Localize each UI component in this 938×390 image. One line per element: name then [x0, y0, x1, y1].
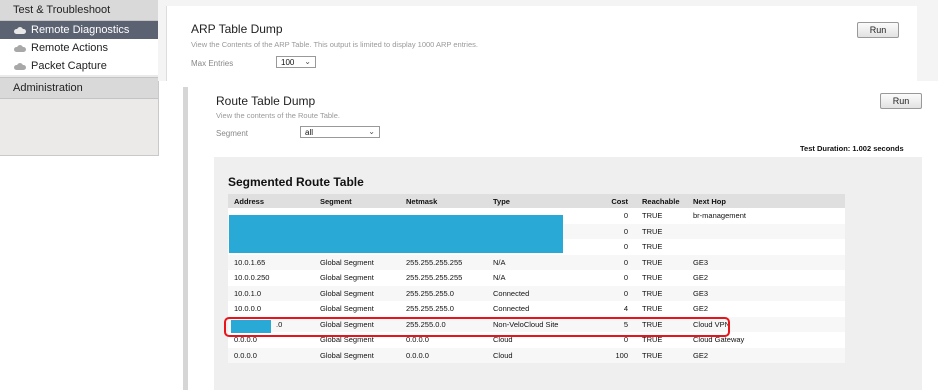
cell-segment: Global Segment: [314, 285, 400, 301]
route-title: Route Table Dump: [216, 94, 316, 108]
cell-next-hop: GE2: [687, 347, 845, 363]
sidebar: Test & Troubleshoot Remote Diagnostics R…: [0, 0, 159, 156]
cell-next-hop: GE3: [687, 254, 845, 270]
table-row: 10.0.0.250 Global Segment 255.255.255.25…: [228, 270, 845, 286]
cell-cost: 4: [587, 301, 636, 317]
cell-type: N/A: [487, 254, 587, 270]
column-header-reachable: Reachable: [636, 194, 687, 208]
cell-type: Connected: [487, 301, 587, 317]
table-header-row: Address Segment Netmask Type Cost Reacha…: [228, 194, 845, 208]
column-header-next-hop: Next Hop: [687, 194, 845, 208]
cell-reachable: TRUE: [636, 223, 687, 239]
cell-netmask: 255.255.255.0: [400, 285, 487, 301]
column-header-netmask: Netmask: [400, 194, 487, 208]
segment-value: all: [305, 128, 314, 137]
cloud-icon: [14, 62, 26, 70]
cell-reachable: TRUE: [636, 208, 687, 224]
cell-reachable: TRUE: [636, 301, 687, 317]
cloud-icon: [14, 26, 26, 34]
cell-cost: 0: [587, 254, 636, 270]
cloud-icon: [14, 44, 26, 52]
table-row: 10.0.0.0 Global Segment 255.255.255.0 Co…: [228, 301, 845, 317]
cell-reachable: TRUE: [636, 239, 687, 255]
test-duration: Test Duration: 1.002 seconds: [800, 144, 904, 153]
cell-type: Connected: [487, 285, 587, 301]
route-run-button[interactable]: Run: [880, 93, 922, 109]
table-row: 10.0.1.65 Global Segment 255.255.255.255…: [228, 254, 845, 270]
segment-select[interactable]: all ⌄: [300, 126, 380, 138]
cell-cost: 0: [587, 270, 636, 286]
cell-next-hop: br-management: [687, 208, 845, 224]
cell-address: 10.0.1.65: [228, 254, 314, 270]
max-entries-label: Max Entries: [191, 59, 234, 68]
arp-subtitle: View the Contents of the ARP Table. This…: [191, 40, 478, 49]
cell-segment: Global Segment: [314, 347, 400, 363]
highlight-annotation: [224, 317, 730, 337]
cell-type: Cloud: [487, 347, 587, 363]
cell-cost: 0: [587, 223, 636, 239]
chevron-down-icon: ⌄: [304, 57, 311, 66]
cell-cost: 100: [587, 347, 636, 363]
redaction-block: [229, 215, 563, 253]
cell-segment: Global Segment: [314, 301, 400, 317]
sidebar-item-label: Packet Capture: [31, 60, 107, 72]
cell-next-hop: GE3: [687, 285, 845, 301]
route-subtitle: View the contents of the Route Table.: [216, 111, 340, 120]
sidebar-item-label: Remote Diagnostics: [31, 24, 130, 36]
cell-next-hop: GE2: [687, 301, 845, 317]
sidebar-item-remote-diagnostics[interactable]: Remote Diagnostics: [0, 21, 158, 39]
cell-segment: Global Segment: [314, 270, 400, 286]
cell-address: 10.0.0.0: [228, 301, 314, 317]
cell-cost: 0: [587, 285, 636, 301]
cell-cost: 0: [587, 239, 636, 255]
table-row: 10.0.1.0 Global Segment 255.255.255.0 Co…: [228, 285, 845, 301]
table-row: 0.0.0.0 Global Segment 0.0.0.0 Cloud 100…: [228, 347, 845, 363]
max-entries-value: 100: [281, 58, 295, 67]
cell-next-hop: [687, 223, 845, 239]
segment-label: Segment: [216, 129, 249, 138]
sidebar-item-remote-actions[interactable]: Remote Actions: [0, 39, 158, 57]
sidebar-item-label: Remote Actions: [31, 42, 109, 54]
cell-address: 10.0.0.250: [228, 270, 314, 286]
cell-next-hop: [687, 239, 845, 255]
cell-reachable: TRUE: [636, 270, 687, 286]
cell-netmask: 255.255.255.255: [400, 254, 487, 270]
arp-run-button[interactable]: Run: [857, 22, 899, 38]
arp-title: ARP Table Dump: [191, 22, 283, 36]
cell-type: N/A: [487, 270, 587, 286]
cell-cost: 0: [587, 208, 636, 224]
route-table-title: Segmented Route Table: [228, 175, 364, 189]
cell-address: 0.0.0.0: [228, 347, 314, 363]
sidebar-section-administration[interactable]: Administration: [0, 77, 158, 99]
chevron-down-icon: ⌄: [368, 127, 375, 136]
cell-reachable: TRUE: [636, 254, 687, 270]
cell-netmask: 255.255.255.255: [400, 270, 487, 286]
cell-next-hop: GE2: [687, 270, 845, 286]
cell-netmask: 0.0.0.0: [400, 347, 487, 363]
cell-reachable: TRUE: [636, 285, 687, 301]
sidebar-item-packet-capture[interactable]: Packet Capture: [0, 57, 158, 75]
column-header-segment: Segment: [314, 194, 400, 208]
sidebar-section-test-troubleshoot[interactable]: Test & Troubleshoot: [0, 0, 158, 21]
cell-address: 10.0.1.0: [228, 285, 314, 301]
column-header-cost: Cost: [587, 194, 636, 208]
cell-netmask: 255.255.255.0: [400, 301, 487, 317]
column-header-address: Address: [228, 194, 314, 208]
cell-reachable: TRUE: [636, 347, 687, 363]
cell-segment: Global Segment: [314, 254, 400, 270]
max-entries-select[interactable]: 100 ⌄: [276, 56, 316, 68]
column-header-type: Type: [487, 194, 587, 208]
